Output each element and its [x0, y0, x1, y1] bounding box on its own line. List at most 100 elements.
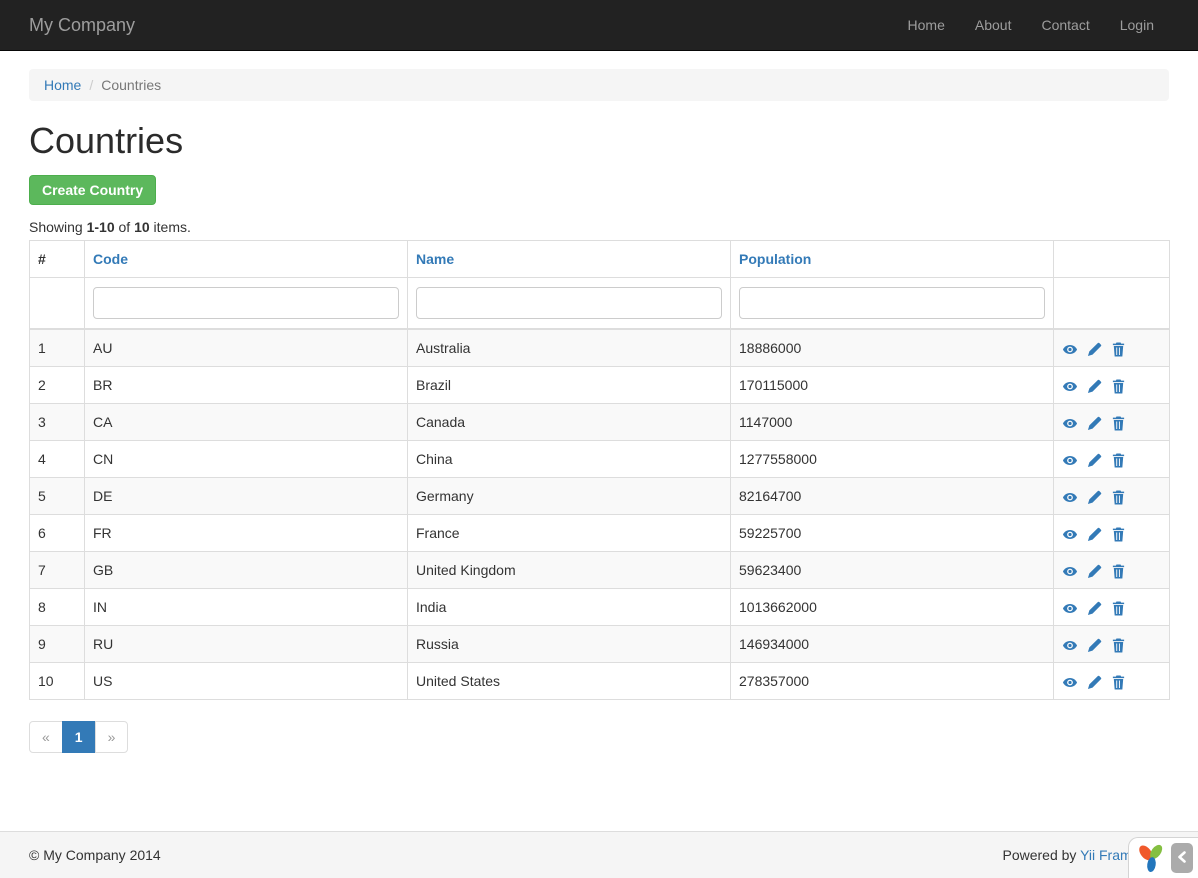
sort-link-code[interactable]: Code — [93, 251, 128, 267]
sort-link-name[interactable]: Name — [416, 251, 454, 267]
pencil-icon — [1087, 488, 1102, 504]
cell-actions — [1054, 367, 1170, 404]
cell-population: 59623400 — [731, 552, 1054, 589]
update-button[interactable] — [1087, 564, 1102, 579]
countries-grid: # Code Name Population 1 AU Aust — [29, 240, 1170, 700]
cell-population: 59225700 — [731, 515, 1054, 552]
pencil-icon — [1087, 562, 1102, 578]
cell-code: GB — [85, 552, 408, 589]
cell-index: 1 — [30, 329, 85, 367]
filter-input-code[interactable] — [93, 287, 399, 319]
page-footer: © My Company 2014 Powered by Yii Framewo… — [0, 831, 1198, 878]
view-button[interactable] — [1062, 453, 1078, 468]
view-button[interactable] — [1062, 564, 1078, 579]
view-button[interactable] — [1062, 675, 1078, 690]
cell-code: CN — [85, 441, 408, 478]
yii-logo-icon[interactable] — [1136, 842, 1166, 874]
sort-link-population[interactable]: Population — [739, 251, 811, 267]
pencil-icon — [1087, 377, 1102, 393]
update-button[interactable] — [1087, 490, 1102, 505]
delete-button[interactable] — [1111, 601, 1126, 616]
cell-actions — [1054, 589, 1170, 626]
delete-button[interactable] — [1111, 453, 1126, 468]
pencil-icon — [1087, 451, 1102, 467]
header-index: # — [30, 241, 85, 278]
filter-input-population[interactable] — [739, 287, 1045, 319]
view-button[interactable] — [1062, 342, 1078, 357]
delete-button[interactable] — [1111, 379, 1126, 394]
cell-index: 2 — [30, 367, 85, 404]
table-row: 3 CA Canada 1147000 — [30, 404, 1170, 441]
breadcrumb-home-link[interactable]: Home — [44, 77, 81, 93]
header-name: Name — [408, 241, 731, 278]
delete-button[interactable] — [1111, 564, 1126, 579]
cell-code: US — [85, 663, 408, 700]
delete-button[interactable] — [1111, 527, 1126, 542]
filter-cell-code — [85, 278, 408, 330]
view-button[interactable] — [1062, 601, 1078, 616]
trash-icon — [1111, 414, 1126, 430]
debug-toggle-button[interactable] — [1171, 843, 1193, 873]
create-country-button[interactable]: Create Country — [29, 175, 156, 205]
update-button[interactable] — [1087, 527, 1102, 542]
summary-total: 10 — [134, 219, 150, 235]
delete-button[interactable] — [1111, 490, 1126, 505]
filter-input-name[interactable] — [416, 287, 722, 319]
delete-button[interactable] — [1111, 675, 1126, 690]
filter-cell-population — [731, 278, 1054, 330]
filter-cell-index — [30, 278, 85, 330]
cell-index: 3 — [30, 404, 85, 441]
update-button[interactable] — [1087, 379, 1102, 394]
cell-index: 9 — [30, 626, 85, 663]
update-button[interactable] — [1087, 675, 1102, 690]
nav-item-home[interactable]: Home — [893, 0, 960, 50]
nav-item-about[interactable]: About — [960, 0, 1027, 50]
cell-code: AU — [85, 329, 408, 367]
update-button[interactable] — [1087, 416, 1102, 431]
cell-actions — [1054, 552, 1170, 589]
cell-index: 8 — [30, 589, 85, 626]
eye-icon — [1062, 636, 1078, 652]
pagination-page-1[interactable]: 1 — [62, 721, 96, 753]
cell-actions — [1054, 626, 1170, 663]
cell-code: RU — [85, 626, 408, 663]
eye-icon — [1062, 525, 1078, 541]
trash-icon — [1111, 562, 1126, 578]
update-button[interactable] — [1087, 601, 1102, 616]
header-population: Population — [731, 241, 1054, 278]
view-button[interactable] — [1062, 416, 1078, 431]
nav-item-contact[interactable]: Contact — [1026, 0, 1104, 50]
cell-population: 278357000 — [731, 663, 1054, 700]
trash-icon — [1111, 673, 1126, 689]
view-button[interactable] — [1062, 527, 1078, 542]
view-button[interactable] — [1062, 490, 1078, 505]
update-button[interactable] — [1087, 453, 1102, 468]
table-row: 6 FR France 59225700 — [30, 515, 1170, 552]
breadcrumb-current: Countries — [101, 77, 161, 93]
copyright-text: © My Company 2014 — [29, 847, 161, 863]
filter-cell-actions — [1054, 278, 1170, 330]
view-button[interactable] — [1062, 638, 1078, 653]
table-row: 10 US United States 278357000 — [30, 663, 1170, 700]
nav-item-login[interactable]: Login — [1105, 0, 1169, 50]
delete-button[interactable] — [1111, 638, 1126, 653]
delete-button[interactable] — [1111, 416, 1126, 431]
update-button[interactable] — [1087, 342, 1102, 357]
update-button[interactable] — [1087, 638, 1102, 653]
delete-button[interactable] — [1111, 342, 1126, 357]
trash-icon — [1111, 525, 1126, 541]
brand-link[interactable]: My Company — [29, 15, 135, 36]
trash-icon — [1111, 488, 1126, 504]
table-row: 4 CN China 1277558000 — [30, 441, 1170, 478]
chevron-left-icon — [1177, 850, 1187, 866]
cell-population: 170115000 — [731, 367, 1054, 404]
cell-name: Canada — [408, 404, 731, 441]
cell-actions — [1054, 404, 1170, 441]
cell-population: 82164700 — [731, 478, 1054, 515]
cell-index: 7 — [30, 552, 85, 589]
pencil-icon — [1087, 599, 1102, 615]
trash-icon — [1111, 599, 1126, 615]
view-button[interactable] — [1062, 379, 1078, 394]
eye-icon — [1062, 414, 1078, 430]
table-row: 8 IN India 1013662000 — [30, 589, 1170, 626]
